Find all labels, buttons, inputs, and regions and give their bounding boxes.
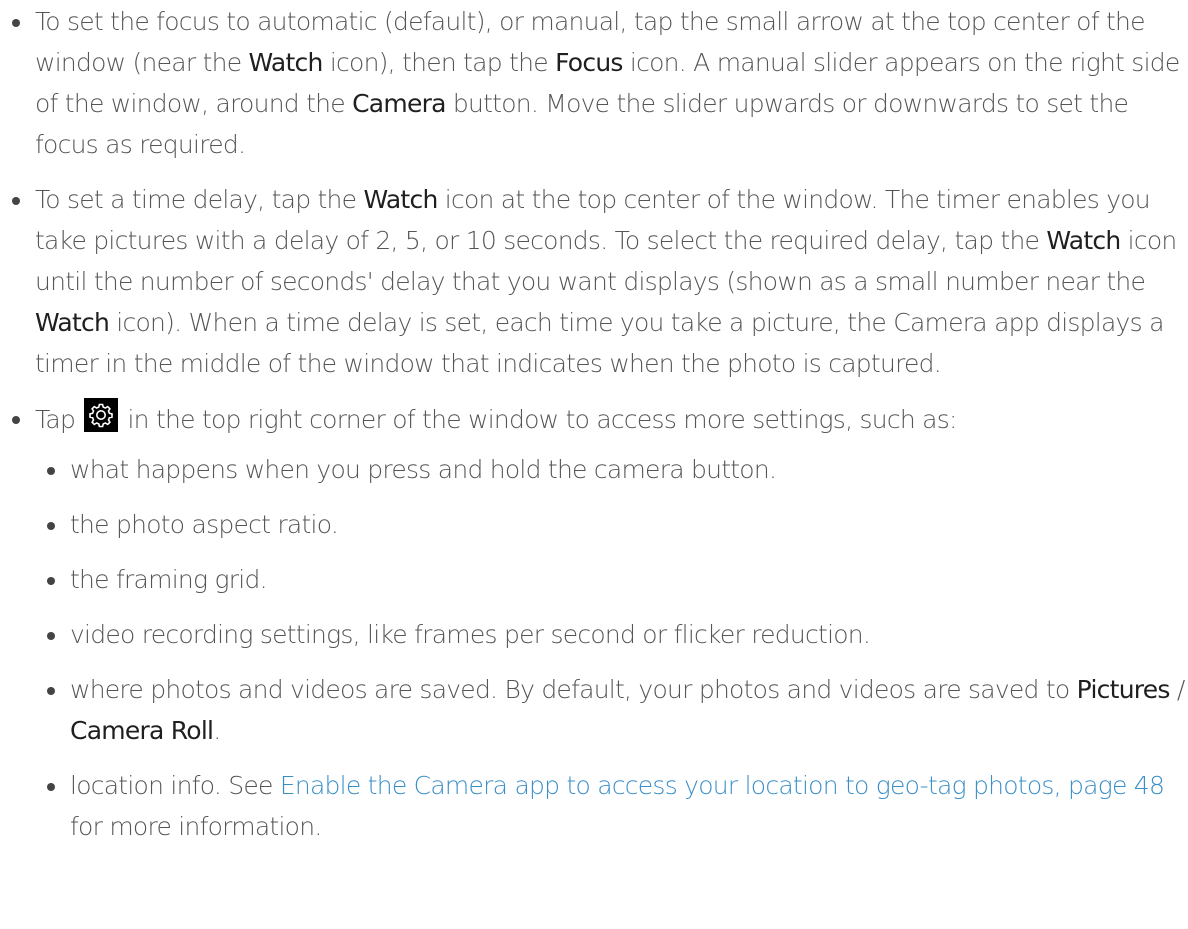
sub-item-location-info: location info. See Enable the Camera app…: [35, 765, 1188, 847]
text-span: icon), then tap the: [322, 48, 556, 77]
text-span: Tap: [35, 405, 83, 434]
sub-item-framing-grid: the framing grid.: [35, 559, 1188, 600]
sub-item-camera-button: what happens when you press and hold the…: [35, 449, 1188, 490]
list-item-time-delay: To set a time delay, tap the Watch icon …: [0, 179, 1188, 384]
watch-label: Watch: [248, 48, 324, 77]
focus-label: Focus: [555, 48, 623, 77]
list-item-focus: To set the focus to automatic (default),…: [0, 1, 1188, 165]
text-span: for more information.: [70, 812, 322, 841]
list-item-settings: Tap in the top right corner of the windo…: [0, 398, 1188, 440]
sub-item-aspect-ratio: the photo aspect ratio.: [35, 504, 1188, 545]
text-span: the photo aspect ratio.: [70, 510, 339, 539]
text-span: location info. See: [70, 771, 280, 800]
text-span: what happens when you press and hold the…: [70, 455, 777, 484]
watch-label: Watch: [363, 185, 438, 214]
text-span: the framing grid.: [70, 565, 268, 594]
watch-label: Watch: [1046, 226, 1121, 255]
text-span: /: [1169, 675, 1185, 704]
text-span: video recording settings, like frames pe…: [70, 620, 871, 649]
camera-roll-label: Camera Roll: [70, 716, 214, 745]
text-span: To set a time delay, tap the: [35, 185, 364, 214]
text-span: icon). When a time delay is set, each ti…: [35, 308, 1164, 378]
text-span: .: [213, 716, 221, 745]
sub-item-video-settings: video recording settings, like frames pe…: [35, 614, 1188, 655]
watch-label: Watch: [35, 308, 110, 337]
geo-tag-link[interactable]: Enable the Camera app to access your loc…: [280, 771, 1165, 800]
sub-item-save-location: where photos and videos are saved. By de…: [35, 669, 1188, 751]
pictures-label: Pictures: [1076, 675, 1171, 704]
document-body: To set the focus to automatic (default),…: [0, 0, 1188, 847]
text-span: in the top right corner of the window to…: [120, 405, 957, 434]
gear-icon: [84, 398, 119, 432]
bullet-list: To set the focus to automatic (default),…: [0, 1, 1188, 847]
text-span: where photos and videos are saved. By de…: [70, 675, 1077, 704]
camera-label: Camera: [352, 89, 446, 118]
